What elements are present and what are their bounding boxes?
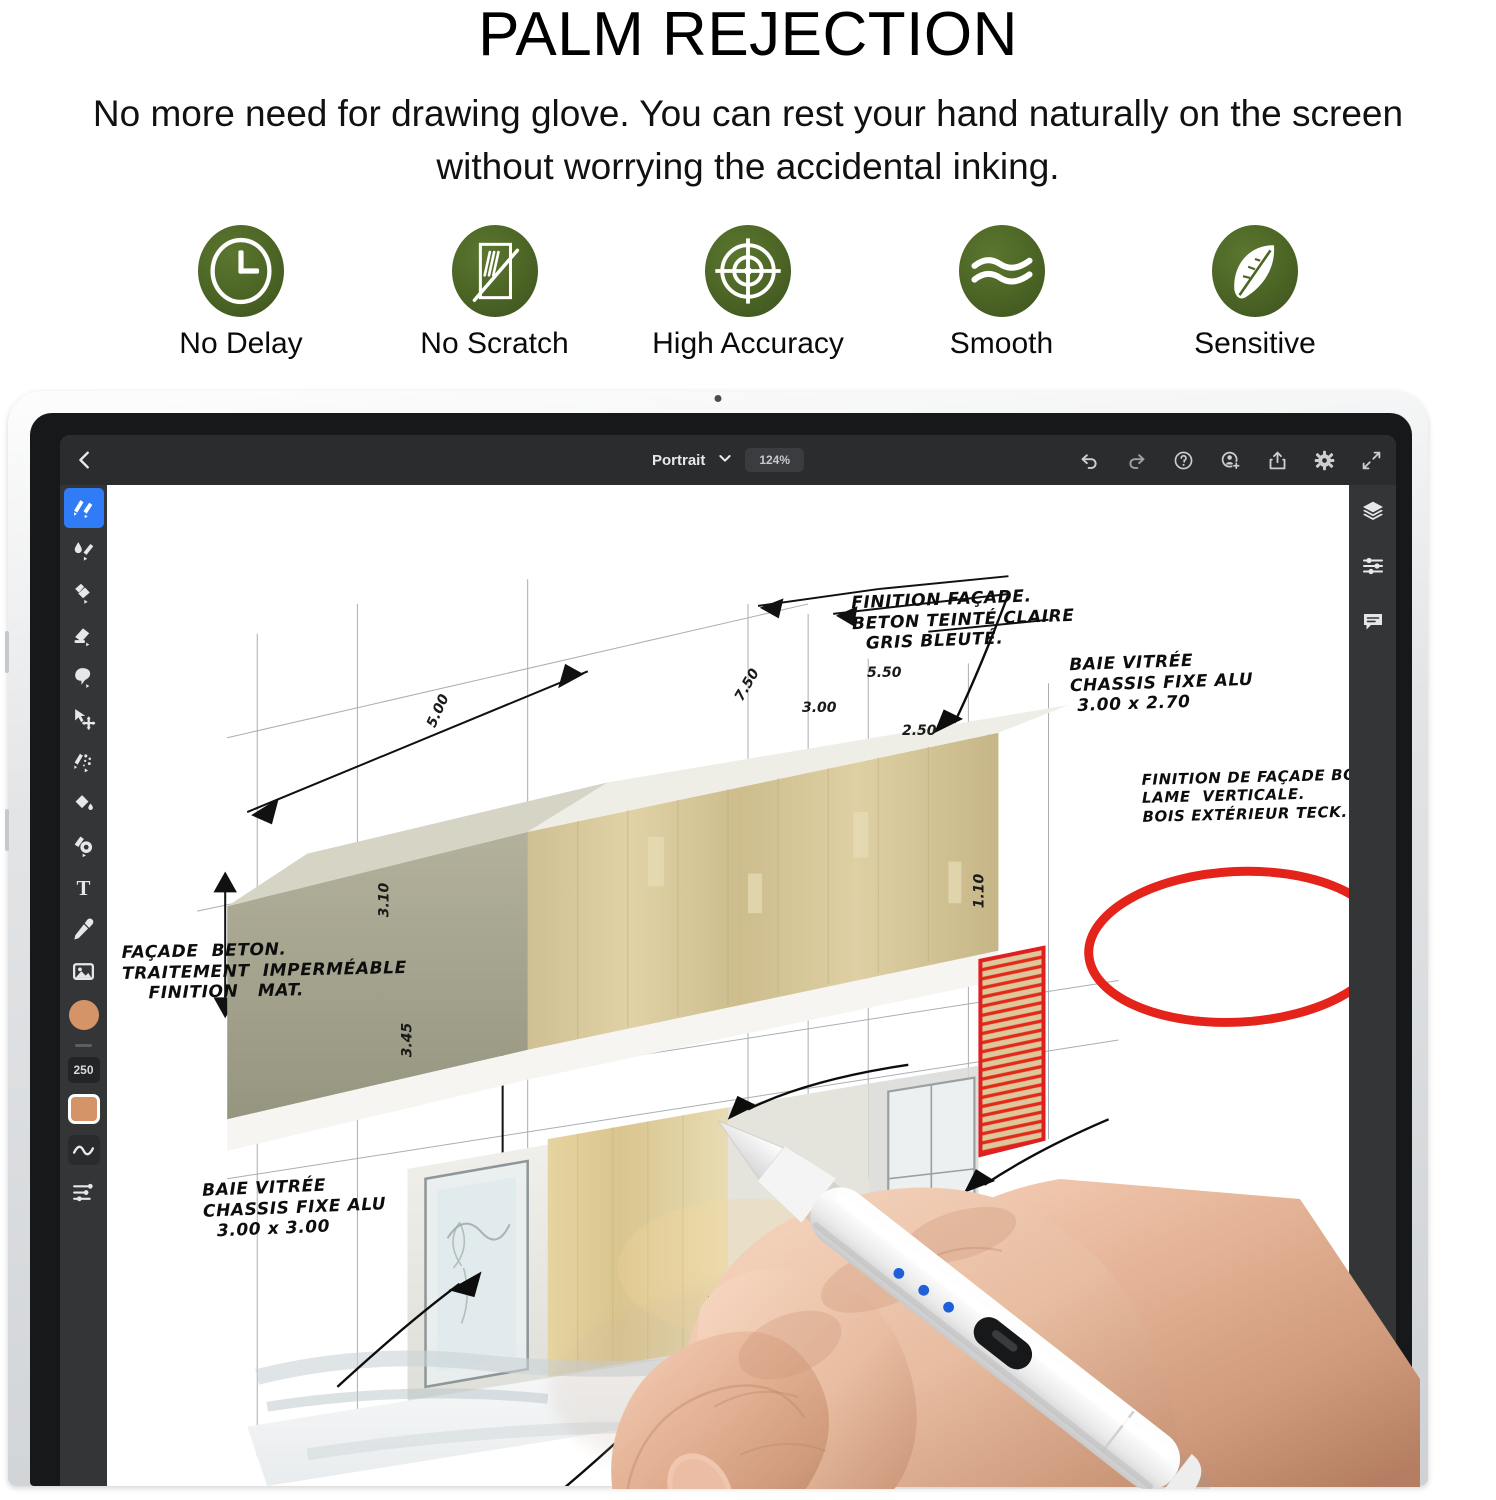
fill-bucket-icon[interactable]: [65, 782, 103, 824]
zoom-level-chip[interactable]: 124%: [745, 448, 805, 473]
gear-icon[interactable]: [1314, 450, 1335, 471]
app-toolbar: Portrait 124%: [60, 435, 1396, 486]
leaf-icon-glyph: [1234, 245, 1275, 299]
layers-icon[interactable]: [1361, 499, 1385, 528]
fill-color-button[interactable]: [65, 1088, 103, 1130]
dimension-label: 3.10: [376, 882, 393, 918]
annotation-facade-beton: FAÇADE BETON. TRAITEMENT IMPERMÉABLE FIN…: [121, 939, 408, 1005]
curve-tool[interactable]: [65, 1130, 103, 1170]
tool-divider: [65, 1038, 103, 1052]
eyedropper-icon[interactable]: [65, 908, 103, 950]
feature-label: Smooth: [949, 327, 1054, 361]
color-swatch-square[interactable]: [67, 1094, 100, 1125]
annotation-partial-bottom: 3.2 2.45 x: [705, 1290, 768, 1332]
image-icon[interactable]: [65, 950, 103, 992]
brush-size-value: 250: [67, 1057, 100, 1084]
dimension-label: 3.45: [399, 1022, 416, 1058]
sliders-icon[interactable]: [1361, 554, 1385, 583]
annotation-finition-bois: FINITION DE FAÇADE BOIS LAME VERTICALE. …: [1141, 765, 1349, 826]
page-subtitle: No more need for drawing glove. You can …: [92, 93, 1404, 187]
right-tool-rail: [1349, 485, 1396, 1487]
leaf-icon: [1212, 225, 1298, 318]
feature-sensitive: Sensitive: [1135, 225, 1375, 361]
dimension-label: 3.00: [802, 700, 837, 717]
waves-icon: [958, 225, 1045, 318]
volume-up-button[interactable]: [5, 631, 9, 674]
add-person-icon[interactable]: [1220, 450, 1241, 471]
redo-icon[interactable]: [1126, 450, 1147, 471]
stamp-icon[interactable]: [65, 824, 103, 866]
clock-icon-glyph: [210, 237, 272, 305]
target-icon: [705, 225, 791, 318]
tablet-screen: Portrait 124% T 250 FAÇADE BETON. TRAITE…: [30, 413, 1412, 1487]
question-circle-icon[interactable]: [1173, 450, 1194, 471]
app-body: T 250 FAÇADE BETON. TRAITEMENT IMPERMÉAB…: [60, 485, 1396, 1487]
brush-drop-icon[interactable]: [65, 530, 103, 572]
feature-no-scratch: No Scratch: [375, 225, 615, 361]
wave-icon: [72, 1145, 95, 1155]
annotation-baie-vitree-bottom: BAIE VITRÉE CHASSIS FIXE ALU 3.00 x 3.00: [201, 1175, 387, 1243]
sliders-icon: [73, 1183, 93, 1201]
share-icon[interactable]: [1267, 450, 1288, 471]
expand-icon[interactable]: [1361, 450, 1382, 471]
page-title: PALM REJECTION: [478, 0, 1018, 69]
architectural-sketch: FAÇADE BETON. TRAITEMENT IMPERMÉABLE FIN…: [107, 485, 1349, 1487]
target-icon-glyph: [715, 238, 781, 304]
annotation-finition-facade: FINITION FAÇADE. BETON TEINTÉ CLAIRE GRI…: [850, 586, 1075, 655]
svg-text:T: T: [77, 875, 91, 899]
chevron-down-icon[interactable]: [717, 450, 733, 471]
dimension-label: 1.10: [971, 873, 988, 909]
undo-icon[interactable]: [1079, 450, 1100, 471]
spray-icon[interactable]: [65, 740, 103, 782]
feature-high-accuracy: High Accuracy: [628, 225, 868, 361]
divider-line: [75, 1043, 92, 1047]
feature-no-delay: No Delay: [121, 225, 361, 361]
promo-header: PALM REJECTION No more need for drawing …: [0, 0, 1496, 193]
tool-settings-button[interactable]: [65, 1170, 103, 1212]
comment-icon[interactable]: [1361, 609, 1385, 638]
dimension-label: 5.50: [867, 665, 902, 682]
feature-label: High Accuracy: [652, 327, 844, 361]
feature-smooth: Smooth: [882, 225, 1122, 361]
drawing-canvas[interactable]: FAÇADE BETON. TRAITEMENT IMPERMÉABLE FIN…: [107, 485, 1349, 1487]
waves-icon-glyph: [970, 257, 1033, 285]
smudge-icon[interactable]: [65, 656, 103, 698]
feature-badge-row: No Delay No Scratch High Accuracy Smooth…: [103, 225, 1393, 361]
dimension-label: 2.50: [902, 723, 937, 740]
document-name: Portrait: [651, 451, 706, 469]
chevron-left-icon[interactable]: [74, 449, 96, 471]
no-scratch-icon-glyph: [472, 242, 519, 303]
document-selector[interactable]: Portrait 124%: [651, 448, 805, 473]
drawing-app: Portrait 124% T 250 FAÇADE BETON. TRAITE…: [60, 435, 1396, 1487]
paint-brushes-icon[interactable]: [63, 488, 104, 529]
clock-icon: [198, 225, 284, 318]
tablet-body: Portrait 124% T 250 FAÇADE BETON. TRAITE…: [5, 391, 1428, 1487]
no-scratch-icon: [451, 225, 538, 318]
feature-label: No Scratch: [420, 327, 569, 361]
left-tool-rail: T 250: [60, 485, 107, 1487]
front-camera-icon: [714, 395, 722, 403]
tablet-device-figure: Portrait 124% T 250 FAÇADE BETON. TRAITE…: [0, 379, 1496, 1490]
pencil-icon[interactable]: [65, 572, 103, 614]
move-arrows-icon[interactable]: [65, 698, 103, 740]
annotation-baie-vitree-top: BAIE VITRÉE CHASSIS FIXE ALU 3.00 x 2.70: [1068, 650, 1254, 717]
feature-label: No Delay: [179, 327, 303, 361]
feature-label: Sensitive: [1194, 327, 1316, 361]
brush-size-button[interactable]: 250: [65, 1052, 103, 1088]
volume-down-button[interactable]: [5, 809, 9, 852]
current-color-swatch[interactable]: [65, 992, 103, 1038]
toolbar-right-group: [1079, 450, 1382, 471]
color-swatch-round[interactable]: [68, 1000, 99, 1031]
eraser-icon[interactable]: [65, 614, 103, 656]
text-t-icon[interactable]: T: [65, 866, 103, 908]
